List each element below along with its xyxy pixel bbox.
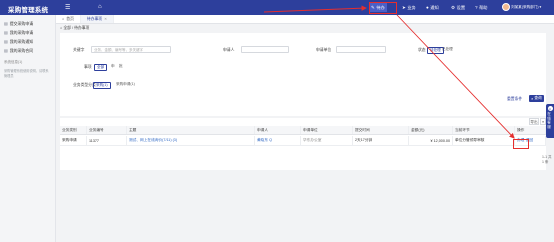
annotation-arrow-to-todo xyxy=(263,5,367,13)
annotation-arrow-to-handle xyxy=(396,14,515,139)
annotation-arrows xyxy=(263,5,515,139)
